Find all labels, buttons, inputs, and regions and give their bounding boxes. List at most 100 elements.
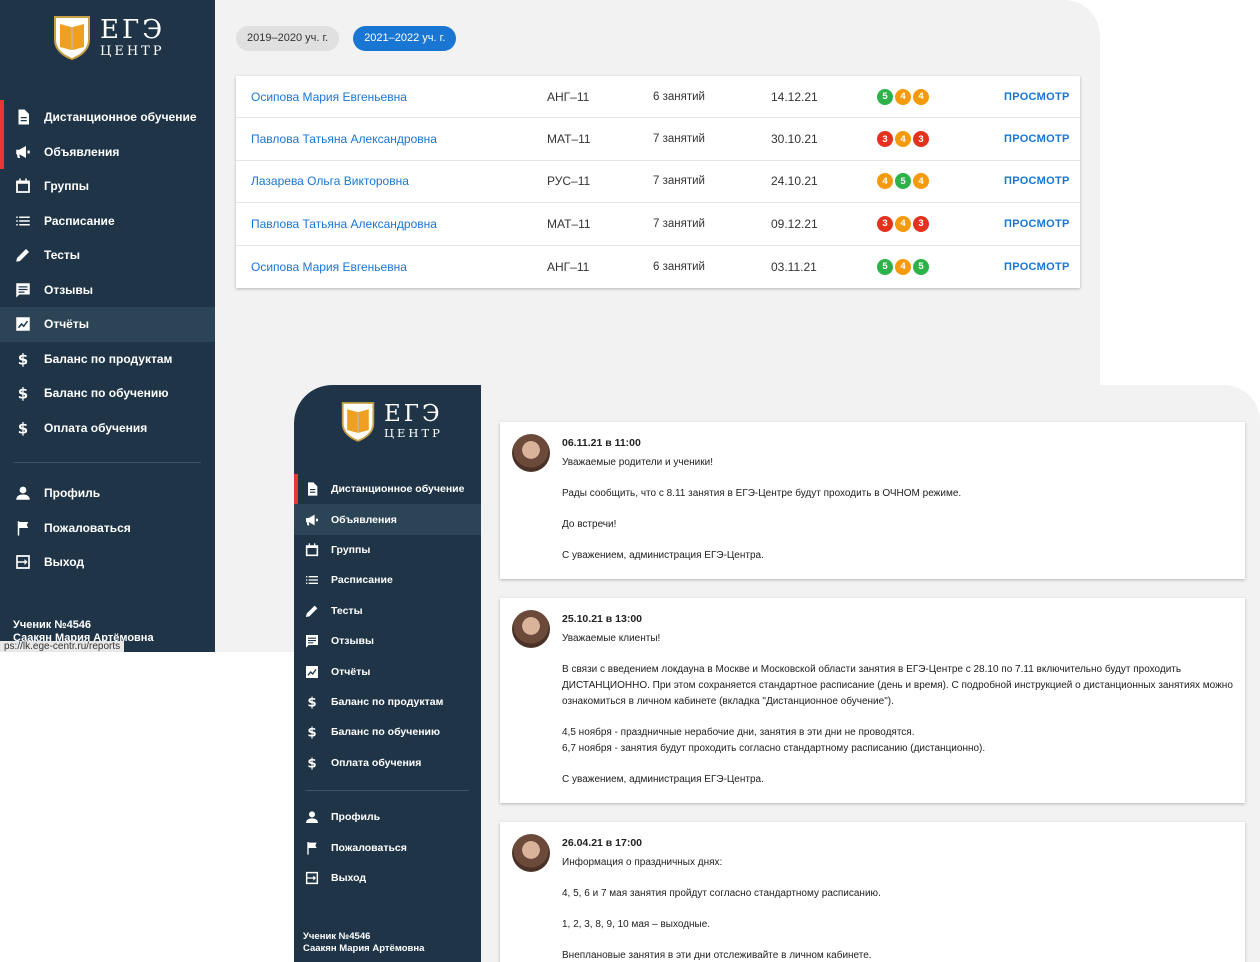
flag-icon [304, 840, 320, 856]
sidebar-item-0[interactable]: Дистанционное обучение [0, 100, 215, 135]
sidebar-item-bottom-2[interactable]: Выход [294, 863, 481, 893]
announcements-window: ЕГЭ ЦЕНТР Дистанционное обучение Объявлен… [294, 385, 1260, 962]
sidebar-item-label: Оплата обучения [44, 420, 148, 435]
grades-cell: 343 [877, 131, 929, 148]
announcement-text: В связи с введением локдауна в Москве и … [562, 664, 1233, 707]
pencil-icon [14, 246, 32, 264]
sidebar-item-label: Тесты [44, 248, 81, 263]
sidebar-item-label: Выход [44, 555, 85, 570]
sidebar-item-bottom-1[interactable]: Пожаловаться [294, 832, 481, 862]
grade-badge: 5 [877, 88, 893, 105]
announcement-text: Информация о праздничных днях: [562, 857, 723, 868]
grade-badge: 3 [913, 131, 929, 148]
sidebar-item-8[interactable]: $ Баланс по обучению [294, 717, 481, 747]
grade-badge: 5 [895, 173, 911, 190]
sidebar-item-bottom-0[interactable]: Профиль [294, 802, 481, 832]
sidebar-item-bottom-0[interactable]: Профиль [0, 476, 215, 511]
person-icon [304, 809, 320, 825]
sidebar-item-0[interactable]: Дистанционное обучение [294, 474, 481, 505]
person-icon [14, 484, 32, 502]
sidebar-item-9[interactable]: $ Оплата обучения [0, 411, 215, 446]
sidebar-item-4[interactable]: Тесты [294, 596, 481, 626]
sidebar-item-label: Группы [331, 543, 371, 556]
logo-title: ЕГЭ [384, 400, 443, 427]
announcement-text: 1, 2, 3, 8, 9, 10 мая – выходные. [562, 919, 711, 930]
view-button[interactable]: ПРОСМОТР [1004, 133, 1070, 145]
sidebar-item-3[interactable]: Расписание [0, 204, 215, 239]
nav-divider [306, 790, 469, 791]
avatar [512, 434, 550, 472]
grade-badge: 4 [913, 88, 929, 105]
logo[interactable]: ЕГЭ ЦЕНТР [340, 400, 443, 442]
tab-year-2019-2020[interactable]: 2019–2020 уч. г. [236, 26, 340, 51]
sidebar-item-bottom-1[interactable]: Пожаловаться [0, 511, 215, 546]
view-button[interactable]: ПРОСМОТР [1004, 175, 1070, 187]
avatar [512, 834, 550, 872]
dollar-icon: $ [304, 755, 320, 770]
sidebar-item-3[interactable]: Расписание [294, 565, 481, 595]
svg-text:$: $ [18, 385, 28, 403]
lessons-cell: 7 занятий [653, 175, 705, 188]
teacher-link[interactable]: Павлова Татьяна Александровна [251, 132, 437, 146]
grade-badge: 3 [877, 215, 893, 232]
sidebar-item-9[interactable]: $ Оплата обучения [294, 748, 481, 778]
sidebar-item-2[interactable]: Группы [294, 535, 481, 565]
teacher-link[interactable]: Осипова Мария Евгеньевна [251, 260, 407, 274]
logo-subtitle: ЦЕНТР [384, 425, 443, 440]
sidebar-item-label: Объявления [44, 144, 120, 159]
date-cell: 03.11.21 [771, 259, 817, 274]
sidebar-item-label: Дистанционное обучение [331, 483, 465, 496]
comment-icon [304, 633, 320, 649]
sidebar-item-label: Пожаловаться [331, 841, 407, 854]
table-row: Павлова Татьяна Александровна МАТ–11 7 зан… [236, 203, 1080, 246]
sidebar-item-bottom-2[interactable]: Выход [0, 545, 215, 580]
sidebar-item-label: Отзывы [44, 282, 94, 297]
lessons-cell: 6 занятий [653, 260, 705, 273]
teacher-link[interactable]: Осипова Мария Евгеньевна [251, 90, 407, 104]
grade-badge: 4 [913, 173, 929, 190]
date-cell: 24.10.21 [771, 174, 818, 189]
sidebar-nav: Дистанционное обучение Объявления Группы Ра… [0, 100, 215, 445]
comment-icon [14, 281, 32, 299]
teacher-link[interactable]: Лазарева Ольга Викторовна [251, 174, 409, 188]
announcement-text: 6,7 ноября - занятия будут проходить сог… [562, 743, 986, 754]
sidebar-item-8[interactable]: $ Баланс по обучению [0, 376, 215, 411]
grades-cell: 544 [877, 88, 929, 105]
announcement-date: 06.11.21 в 11:00 [562, 437, 641, 449]
sidebar-item-1[interactable]: Объявления [0, 134, 215, 170]
table-row: Лазарева Ольга Викторовна РУС–11 7 занятий… [236, 161, 1080, 204]
sidebar-item-1[interactable]: Объявления [294, 504, 481, 535]
grade-badge: 3 [877, 131, 893, 148]
view-button[interactable]: ПРОСМОТР [1004, 218, 1070, 230]
report-icon [14, 315, 32, 333]
sidebar-item-7[interactable]: $ Баланс по продуктам [294, 687, 481, 717]
status-url: ps://lk.ege-centr.ru/reports [0, 641, 125, 652]
avatar [512, 610, 550, 648]
sidebar-item-5[interactable]: Отзывы [294, 626, 481, 656]
student-id: Ученик №4546 [13, 619, 92, 631]
list-icon [304, 572, 320, 588]
sidebar-item-label: Объявления [331, 513, 397, 526]
grade-badge: 4 [895, 131, 911, 148]
sidebar-item-6[interactable]: Отчёты [294, 656, 481, 686]
sidebar: ЕГЭ ЦЕНТР Дистанционное обучение Объявлен… [0, 0, 215, 652]
subject-cell: МАТ–11 [547, 216, 591, 231]
megaphone-icon [304, 512, 320, 528]
view-button[interactable]: ПРОСМОТР [1004, 91, 1070, 103]
sidebar-item-6[interactable]: Отчёты [0, 307, 215, 342]
sidebar-item-label: Отчёты [44, 317, 89, 332]
sidebar-item-label: Профиль [331, 811, 381, 824]
teacher-link[interactable]: Павлова Татьяна Александровна [251, 217, 437, 231]
sidebar-item-5[interactable]: Отзывы [0, 273, 215, 308]
tab-year-2021-2022[interactable]: 2021–2022 уч. г. [353, 26, 457, 51]
sidebar-item-4[interactable]: Тесты [0, 238, 215, 273]
announcement-date: 25.10.21 в 13:00 [562, 613, 643, 625]
logo[interactable]: ЕГЭ ЦЕНТР [52, 14, 165, 60]
view-button[interactable]: ПРОСМОТР [1004, 261, 1070, 273]
sidebar-item-2[interactable]: Группы [0, 169, 215, 204]
date-cell: 09.12.21 [771, 216, 818, 231]
dollar-icon: $ [304, 694, 320, 710]
lessons-cell: 7 занятий [653, 133, 705, 146]
sidebar-item-7[interactable]: $ Баланс по продуктам [0, 342, 215, 377]
nav-divider [14, 462, 201, 463]
